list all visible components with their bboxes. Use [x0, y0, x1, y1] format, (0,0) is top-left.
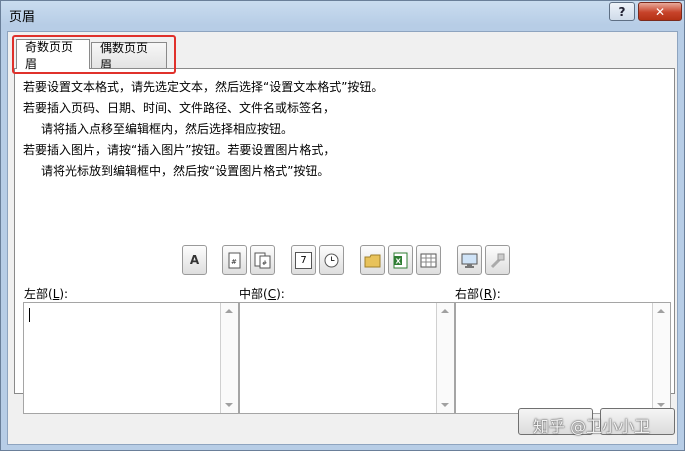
instruction-line: 若要插入页码、日期、时间、文件路径、文件名或标签名，: [23, 101, 336, 115]
help-icon: ?: [618, 4, 626, 19]
format-text-icon: A: [189, 253, 200, 267]
instruction-line: 若要插入图片，请按“插入图片”按钮。若要设置图片格式，: [23, 143, 336, 157]
watermark: 知乎 @卫小小卫: [533, 417, 651, 436]
instruction-line: 请将光标放到编辑框中，然后按“设置图片格式”按钮。: [41, 164, 330, 178]
scroll-down-icon[interactable]: [657, 403, 665, 407]
insert-file-name-button[interactable]: X: [388, 245, 413, 275]
svg-text:X: X: [396, 257, 402, 265]
tab-odd-page-header[interactable]: 奇数页页眉: [16, 39, 90, 71]
scroll-up-icon[interactable]: [441, 309, 449, 313]
tab-label: 奇数页页眉: [25, 39, 74, 71]
format-text-button[interactable]: A: [182, 245, 207, 275]
tab-even-page-header[interactable]: 偶数页页眉: [91, 41, 167, 72]
right-section-label: 右部(R):: [455, 287, 501, 301]
center-section-label: 中部(C):: [239, 287, 285, 301]
instruction-line: 若要设置文本格式，请先选定文本，然后选择“设置文本格式”按钮。: [23, 80, 384, 94]
right-section-input[interactable]: [455, 302, 671, 414]
header-dialog: 页眉 ? ✕ 奇数页页眉 偶数页页眉 若要设置文本格式，请先选定文本，然后选择“…: [0, 0, 685, 451]
scroll-up-icon[interactable]: [225, 309, 233, 313]
insert-time-button[interactable]: [319, 245, 344, 275]
title-bar[interactable]: 页眉 ? ✕: [1, 1, 684, 29]
insert-date-button[interactable]: 7: [291, 245, 316, 275]
close-button[interactable]: ✕: [638, 2, 682, 21]
left-section-input[interactable]: [23, 302, 239, 414]
insert-time-icon: [324, 253, 339, 267]
format-picture-button[interactable]: [485, 245, 510, 275]
tab-panel: 若要设置文本格式，请先选定文本，然后选择“设置文本格式”按钮。 若要插入页码、日…: [14, 68, 675, 414]
center-section-input[interactable]: [239, 302, 455, 414]
insert-page-number-icon: #: [228, 252, 241, 268]
insert-picture-icon: [461, 253, 478, 268]
insert-file-name-icon: X: [393, 252, 408, 268]
left-section-label: 左部(L):: [24, 287, 69, 301]
svg-text:#: #: [231, 258, 237, 266]
insert-page-number-button[interactable]: #: [222, 245, 247, 275]
insert-sheet-name-button[interactable]: [416, 245, 441, 275]
scroll-down-icon[interactable]: [441, 403, 449, 407]
insert-date-icon: 7: [295, 251, 312, 269]
format-picture-icon: [490, 253, 505, 268]
help-button[interactable]: ?: [609, 2, 635, 21]
insert-file-path-icon: [364, 254, 381, 267]
insert-total-pages-button[interactable]: #: [250, 245, 275, 275]
svg-text:#: #: [262, 260, 267, 267]
dialog-title: 页眉: [9, 10, 36, 25]
insert-total-pages-icon: #: [254, 252, 271, 268]
insert-sheet-name-icon: [420, 253, 437, 267]
right-section-scrollbar[interactable]: [652, 303, 670, 413]
center-section-scrollbar[interactable]: [436, 303, 454, 413]
left-section-scrollbar[interactable]: [220, 303, 238, 413]
text-cursor: [29, 308, 30, 322]
scroll-down-icon[interactable]: [225, 403, 233, 407]
insert-file-path-button[interactable]: [360, 245, 385, 275]
close-icon: ✕: [654, 4, 666, 19]
dialog-body: 奇数页页眉 偶数页页眉 若要设置文本格式，请先选定文本，然后选择“设置文本格式”…: [7, 31, 678, 445]
scroll-up-icon[interactable]: [657, 309, 665, 313]
insert-picture-button[interactable]: [457, 245, 482, 275]
instruction-line: 请将插入点移至编辑框内，然后选择相应按钮。: [41, 122, 294, 136]
